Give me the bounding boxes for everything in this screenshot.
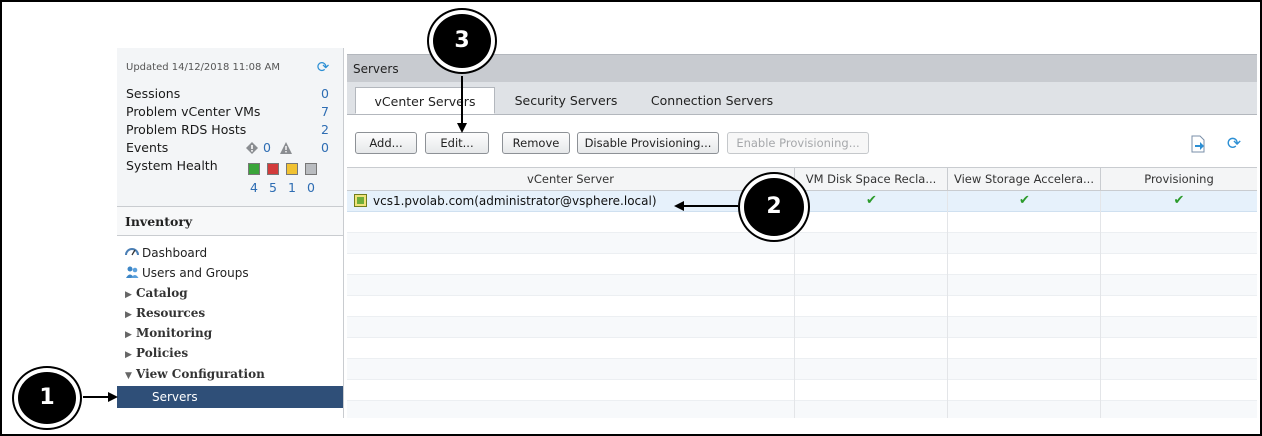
dashboard-icon [125,248,139,256]
health-error-icon[interactable] [267,163,279,175]
export-icon[interactable] [1189,135,1207,153]
expand-triangle-icon: ▶ [125,310,132,320]
nav-label-resources: Resources [136,306,206,320]
callout-marker-1: 1 [12,366,82,430]
view-administrator-window: Updated 14/12/2018 11:08 AM ⟳ Sessions 0… [117,48,1257,418]
status-label-events[interactable]: Events [126,140,168,155]
nav-label-view-configuration: View Configuration [136,367,265,381]
expand-triangle-icon: ▶ [125,350,132,360]
nav-label-monitoring: Monitoring [136,326,213,340]
vcenter-server-icon [354,194,367,207]
status-value-problem-vcenter-vms[interactable]: 7 [321,104,329,119]
table-row-empty [347,338,1257,359]
system-status-panel: Updated 14/12/2018 11:08 AM ⟳ Sessions 0… [117,48,343,207]
refresh-icon[interactable]: ⟳ [315,59,331,75]
error-events-count[interactable]: 0 [263,140,271,155]
callout-number-3: 3 [433,14,491,68]
table-row-empty [347,401,1257,418]
status-value-sessions[interactable]: 0 [321,86,329,101]
cell-disk-reclaim-check: ✔ [866,193,877,208]
nav-label-catalog: Catalog [136,286,188,300]
page-title: Servers [353,62,399,76]
users-icon [126,266,139,278]
tab-connection-servers[interactable]: Connection Servers [637,87,787,114]
main-pane: Servers vCenter Servers Security Servers… [347,48,1257,418]
nav-label-policies: Policies [136,346,189,360]
tab-bar: vCenter Servers Security Servers Connect… [347,82,1257,115]
expand-triangle-icon: ▶ [125,330,132,340]
enable-provisioning-button[interactable]: Enable Provisioning... [727,132,869,154]
status-label-sessions[interactable]: Sessions [126,86,180,101]
column-divider [947,191,948,418]
nav-label-users-and-groups: Users and Groups [142,266,249,280]
cell-storage-accel-check: ✔ [1019,193,1030,208]
table-row-empty [347,296,1257,317]
health-count-ok[interactable]: 4 [247,180,261,195]
nav-item-view-configuration[interactable]: ▼ View Configuration [125,365,265,383]
nav-item-monitoring[interactable]: ▶ Monitoring [125,324,212,342]
table-row-empty [347,254,1257,275]
table-row-empty [347,233,1257,254]
status-value-problem-rds-hosts[interactable]: 2 [321,122,329,137]
warning-event-icon [280,142,292,154]
nav-item-catalog[interactable]: ▶ Catalog [125,284,188,302]
health-count-error[interactable]: 5 [266,180,280,195]
tab-vcenter-servers[interactable]: vCenter Servers [355,87,495,114]
health-count-warning[interactable]: 1 [285,180,299,195]
error-event-icon [246,142,258,154]
callout-number-1: 1 [18,372,76,424]
expand-triangle-icon: ▶ [125,290,132,300]
status-label-problem-vcenter-vms[interactable]: Problem vCenter VMs [126,104,260,119]
updated-timestamp: Updated 14/12/2018 11:08 AM [126,62,281,73]
callout-marker-3: 3 [427,8,497,74]
callout-marker-2: 2 [738,172,810,242]
table-row-empty [347,359,1257,380]
nav-item-dashboard[interactable]: Dashboard [125,244,207,262]
callout-number-2: 2 [744,178,804,236]
nav-item-policies[interactable]: ▶ Policies [125,344,188,362]
cell-vcenter-server: vcs1.pvolab.com(administrator@vsphere.lo… [373,194,657,208]
remove-button[interactable]: Remove [502,132,570,154]
health-unknown-icon[interactable] [305,163,317,175]
table-row-empty [347,380,1257,401]
cell-provisioning-check: ✔ [1173,193,1185,208]
edit-button[interactable]: Edit... [425,132,489,154]
column-header-vm-disk-space[interactable]: VM Disk Space Recla... [795,168,948,191]
column-header-vcenter-server[interactable]: vCenter Server [347,168,795,191]
table-row-empty [347,275,1257,296]
add-button[interactable]: Add... [355,132,417,154]
nav-label-dashboard: Dashboard [142,246,208,260]
warning-events-count[interactable]: 0 [321,140,329,155]
table-row-empty [347,317,1257,338]
refresh-icon[interactable]: ⟳ [1225,135,1243,153]
toolbar: Add... Edit... Remove Disable Provisioni… [347,115,1257,163]
collapse-triangle-icon: ▼ [125,371,132,381]
health-warning-icon[interactable] [286,163,298,175]
health-ok-icon[interactable] [248,163,260,175]
status-label-problem-rds-hosts[interactable]: Problem RDS Hosts [126,122,246,137]
health-count-unknown[interactable]: 0 [304,180,318,195]
nav-label-servers: Servers [152,390,198,404]
column-header-provisioning[interactable]: Provisioning [1101,168,1257,191]
nav-item-servers[interactable]: Servers [117,386,343,408]
column-divider [1100,191,1101,418]
disable-provisioning-button[interactable]: Disable Provisioning... [577,132,719,154]
inventory-title: Inventory [125,214,193,229]
nav-item-users-and-groups[interactable]: Users and Groups [125,264,249,282]
left-pane: Updated 14/12/2018 11:08 AM ⟳ Sessions 0… [117,48,344,418]
status-label-system-health: System Health [126,158,218,173]
inventory-header: Inventory [117,207,343,236]
column-header-view-storage-accelerator[interactable]: View Storage Accelera... [948,168,1101,191]
nav-item-resources[interactable]: ▶ Resources [125,304,205,322]
tab-security-servers[interactable]: Security Servers [505,87,627,114]
